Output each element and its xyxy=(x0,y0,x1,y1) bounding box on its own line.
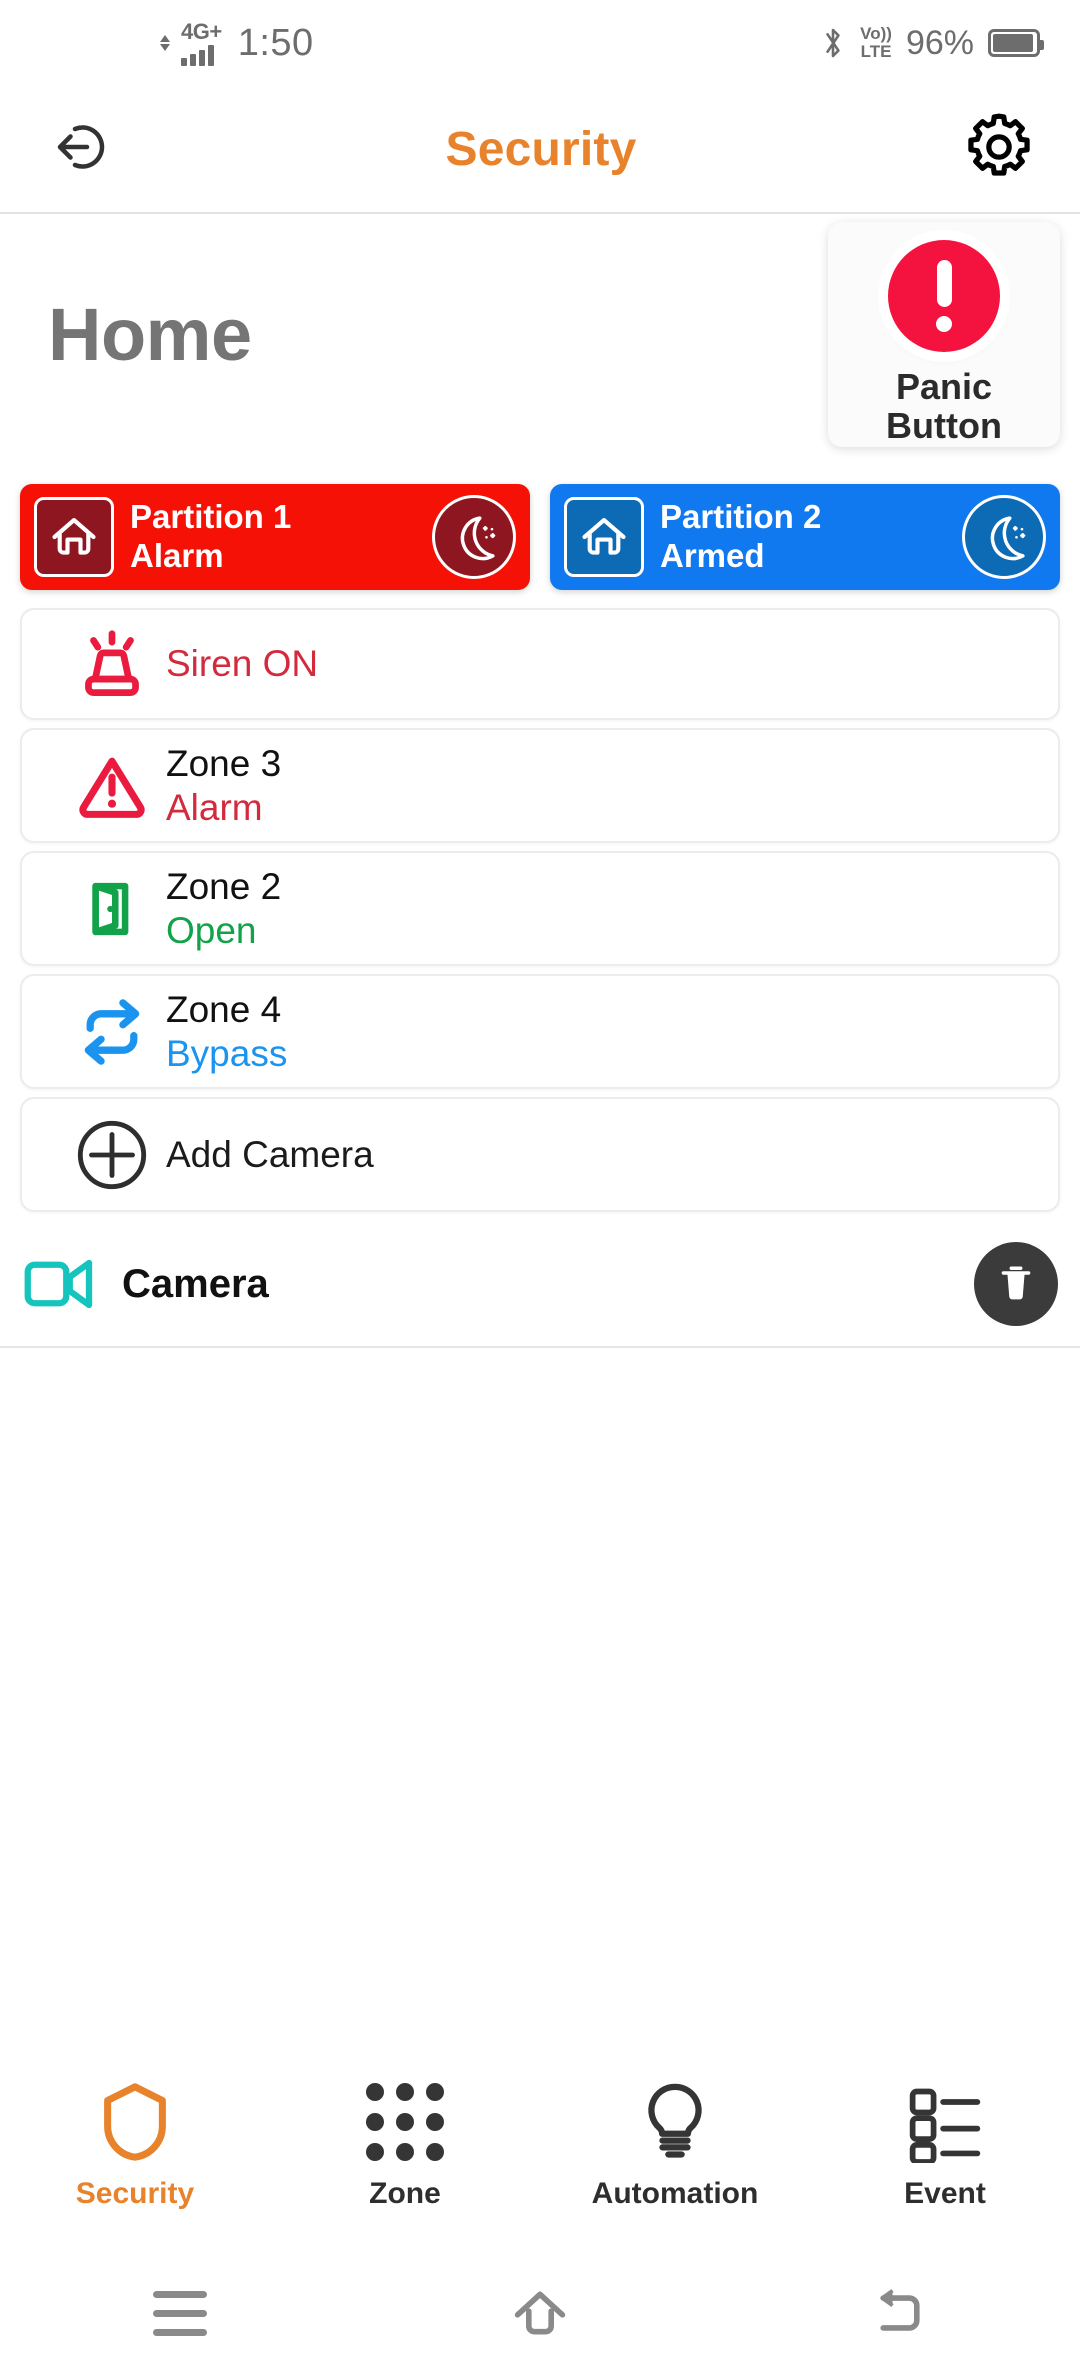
battery-percent-label: 96% xyxy=(905,23,974,62)
list-item-zone-3[interactable]: Zone 3 Alarm xyxy=(20,728,1060,843)
trash-icon[interactable] xyxy=(974,1242,1058,1326)
shield-icon xyxy=(95,2079,175,2165)
status-bar-left: 4G+ 1:50 xyxy=(160,18,314,66)
partition-2-text: Partition 2 Armed xyxy=(660,498,946,576)
partition-list: Partition 1 Alarm Partition 2 Armed xyxy=(0,484,1080,590)
partition-2-state: Armed xyxy=(660,537,765,574)
lightbulb-icon xyxy=(637,2079,713,2165)
add-camera-button[interactable]: Add Camera xyxy=(20,1097,1060,1212)
device-list: Siren ON Zone 3 Alarm Zone 2 Open Zone 4… xyxy=(0,608,1080,1212)
open-door-icon xyxy=(58,873,166,945)
video-camera-icon xyxy=(22,1256,118,1312)
nav-item-zone[interactable]: Zone xyxy=(270,2079,540,2211)
signal-bars-icon: 4G+ xyxy=(181,18,222,66)
exclamation-circle-icon xyxy=(888,240,1000,352)
grid-dots-icon xyxy=(366,2079,444,2165)
list-item-zone-4-status: Bypass xyxy=(166,1032,288,1074)
warning-triangle-icon xyxy=(58,747,166,825)
add-camera-text: Add Camera xyxy=(166,1133,374,1177)
volte-icon: Vo)) LTE xyxy=(860,25,892,61)
list-item-zone-3-status: Alarm xyxy=(166,786,263,828)
home-icon xyxy=(34,497,114,577)
app-bar: Security xyxy=(0,86,1080,214)
plus-circle-icon xyxy=(58,1114,166,1196)
content-divider xyxy=(0,1346,1080,1348)
nav-item-security[interactable]: Security xyxy=(0,2079,270,2211)
signal-strength-bars xyxy=(181,44,214,66)
home-outline-icon[interactable] xyxy=(480,2268,600,2358)
list-item-zone-2[interactable]: Zone 2 Open xyxy=(20,851,1060,966)
night-moon-icon[interactable] xyxy=(962,495,1046,579)
night-moon-icon[interactable] xyxy=(432,495,516,579)
list-item-zone-2-status: Open xyxy=(166,909,257,951)
home-heading: Home xyxy=(48,293,252,376)
add-camera-label: Add Camera xyxy=(166,1133,374,1175)
app-screen: 4G+ 1:50 Vo)) LTE 96% Security Home Pani… xyxy=(0,0,1080,2376)
list-item-zone-2-title: Zone 2 xyxy=(166,865,282,907)
nav-item-event[interactable]: Event xyxy=(810,2079,1080,2211)
status-bar-clock: 1:50 xyxy=(237,21,314,64)
home-icon xyxy=(564,497,644,577)
partition-1-name: Partition 1 xyxy=(130,498,292,536)
panic-button-card[interactable]: Panic Button xyxy=(828,222,1060,447)
android-navigation-bar xyxy=(0,2250,1080,2376)
list-item-siren-title: Siren ON xyxy=(166,643,319,685)
siren-icon xyxy=(58,627,166,701)
panic-label-line2: Button xyxy=(886,404,1002,446)
list-item-siren[interactable]: Siren ON xyxy=(20,608,1060,720)
camera-item[interactable]: Camera xyxy=(0,1222,1080,1346)
menu-hamburger-icon[interactable] xyxy=(120,2268,240,2358)
partition-1-state: Alarm xyxy=(130,537,224,574)
list-checklist-icon xyxy=(905,2079,985,2165)
bottom-navigation: Security Zone Automation Event xyxy=(0,2040,1080,2250)
list-item-siren-text: Siren ON xyxy=(166,642,318,686)
panic-button-label: Panic Button xyxy=(886,366,1002,446)
partition-2-name: Partition 2 xyxy=(660,498,822,536)
bluetooth-icon xyxy=(826,28,840,58)
partition-1-text: Partition 1 Alarm xyxy=(130,498,416,576)
battery-icon xyxy=(988,29,1044,57)
gear-icon[interactable] xyxy=(962,110,1036,189)
volte-top-label: Vo)) xyxy=(860,24,892,44)
list-item-zone-4-title: Zone 4 xyxy=(166,988,282,1030)
back-curved-arrow-icon[interactable] xyxy=(840,2268,960,2358)
panic-label-line1: Panic xyxy=(895,366,993,407)
nav-label-event: Event xyxy=(904,2177,986,2210)
list-item-zone-2-text: Zone 2 Open xyxy=(166,865,281,952)
nav-item-automation[interactable]: Automation xyxy=(540,2079,810,2211)
list-item-zone-4-text: Zone 4 Bypass xyxy=(166,988,287,1075)
data-transfer-arrows-icon xyxy=(160,35,170,51)
partition-card-2[interactable]: Partition 2 Armed xyxy=(550,484,1060,590)
back-arrow-circle-icon[interactable] xyxy=(48,111,120,188)
status-bar-right: Vo)) LTE 96% xyxy=(820,23,1044,63)
nav-label-automation: Automation xyxy=(591,2177,759,2210)
hero-section: Home Panic Button xyxy=(0,214,1080,474)
volte-bottom-label: LTE xyxy=(860,42,892,61)
page-title: Security xyxy=(445,122,637,176)
list-item-zone-4[interactable]: Zone 4 Bypass xyxy=(20,974,1060,1089)
camera-name-label: Camera xyxy=(122,1261,269,1306)
partition-card-1[interactable]: Partition 1 Alarm xyxy=(20,484,530,590)
nav-label-security: Security xyxy=(75,2177,195,2210)
bypass-loop-icon xyxy=(58,992,166,1072)
main-content: Home Panic Button Partition 1 Alarm Part… xyxy=(0,214,1080,2376)
nav-label-zone: Zone xyxy=(369,2177,441,2210)
network-type-label: 4G+ xyxy=(181,18,222,44)
status-bar: 4G+ 1:50 Vo)) LTE 96% xyxy=(0,0,1080,86)
list-item-zone-3-title: Zone 3 xyxy=(166,742,282,784)
list-item-zone-3-text: Zone 3 Alarm xyxy=(166,742,281,829)
